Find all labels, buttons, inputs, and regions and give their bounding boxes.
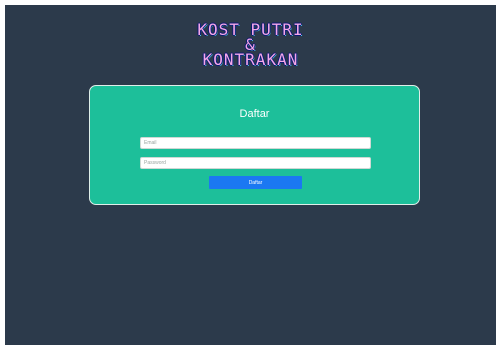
site-title-line-3: KONTRAKAN [202, 50, 299, 69]
page-background: KOST PUTRI & KONTRAKAN Daftar Daftar [5, 5, 496, 345]
password-input[interactable] [140, 157, 371, 169]
email-input[interactable] [140, 137, 371, 149]
register-card: Daftar Daftar [89, 85, 420, 205]
register-button[interactable]: Daftar [209, 176, 302, 189]
register-title: Daftar [239, 108, 270, 120]
site-title: KOST PUTRI & KONTRAKAN [5, 22, 496, 69]
